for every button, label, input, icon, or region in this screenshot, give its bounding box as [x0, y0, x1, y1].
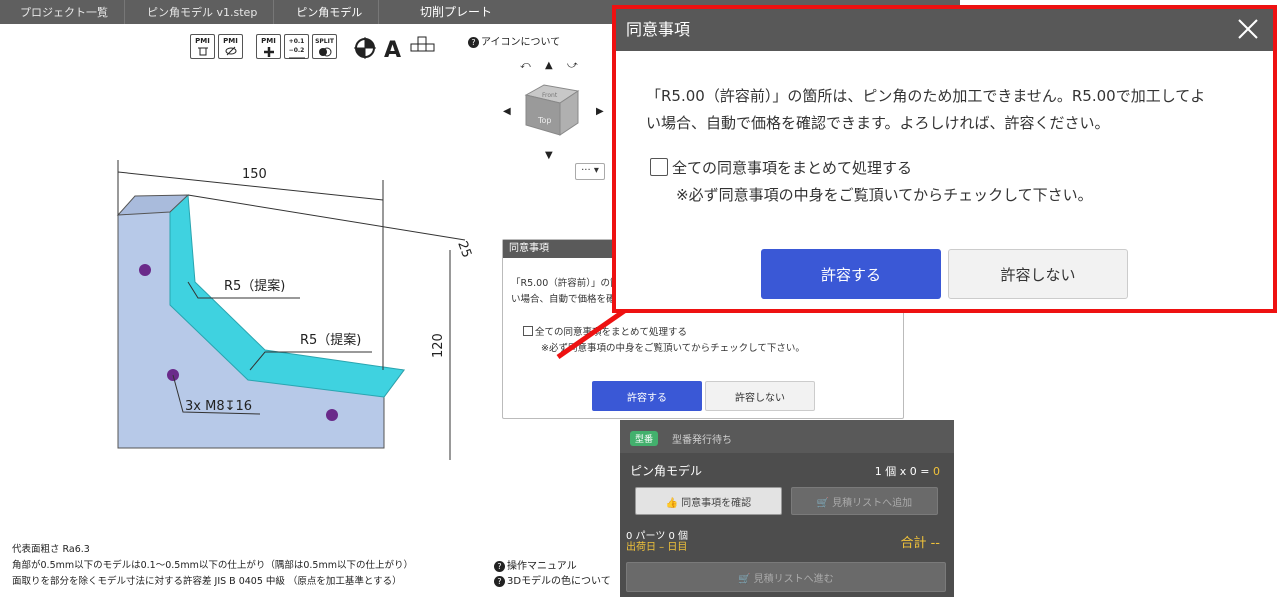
agreement-dialog-zoom: 同意事項 「R5.00（許容前）」の箇所は、ピン角のため加工できません。R5.0… — [612, 5, 1277, 313]
app-root: プロジェクト一覧 ピン角モデル v1.step ピン角モデル 切削プレート PM… — [0, 0, 1280, 597]
arrow-up-icon[interactable]: ▲ — [545, 60, 553, 71]
help-icon: ? — [494, 575, 505, 587]
dialog-note: ※必ず同意事項の中身をご覧頂いてからチェックして下さい。 — [541, 343, 805, 354]
arrow-right-icon[interactable]: ▶ — [596, 106, 604, 117]
cube-face-label: Top — [537, 116, 552, 125]
bulk-agree-checkbox[interactable]: 全ての同意事項をまとめて処理する — [523, 324, 687, 338]
tolerance-note: 面取りを部分を除くモデル寸法に対する許容差 JIS B 0405 中級 （原点を… — [12, 576, 402, 587]
checkbox-box[interactable] — [650, 158, 668, 176]
arrow-left-icon[interactable]: ◀ — [503, 106, 511, 117]
add-to-quote-label: 見積リストへ追加 — [832, 497, 913, 509]
cart-icon: 🛒 — [738, 573, 754, 585]
manual-link[interactable]: ? 操作マニュアル — [494, 557, 577, 572]
quantity-formula: 1 個 x 0 = — [874, 465, 933, 478]
order-panel: 型番 型番発行待ち ピン角モデル 1 個 x 0 = 0 👍 同意事項を確認 🛒… — [620, 420, 954, 597]
dialog-message: 「R5.00（許容前）」の箇所は、ピン角のため加工できません。R5.00で加工し… — [646, 83, 1266, 137]
ship-date: 出荷日 – 日目 — [626, 542, 688, 553]
thumbs-up-icon: 👍 — [665, 497, 682, 509]
dim-depth-label: 25 — [454, 239, 474, 260]
price-value: 0 — [933, 465, 940, 478]
hole-marker[interactable] — [326, 409, 338, 421]
dialog-message-line: い場合、自動で価格を確認できます。よろしければ、許容ください。 — [646, 114, 1110, 132]
manual-link-label: 操作マニュアル — [507, 561, 577, 572]
color-help-link[interactable]: ? 3Dモデルの色について — [494, 572, 611, 587]
go-to-quote-button[interactable]: 🛒 見積リストへ進む — [626, 562, 946, 592]
close-icon[interactable] — [1235, 16, 1261, 42]
add-to-quote-button[interactable]: 🛒 見積リストへ追加 — [791, 487, 938, 515]
quantity-price: 1 個 x 0 = 0 — [875, 463, 940, 479]
accept-button[interactable]: 許容する — [592, 381, 702, 411]
checkbox-label: 全ての同意事項をまとめて処理する — [535, 327, 688, 338]
bulk-agree-checkbox[interactable]: 全ての同意事項をまとめて処理する — [650, 157, 912, 178]
fillet-note-upper[interactable]: R5（提案) — [224, 278, 285, 294]
arrow-down-icon[interactable]: ▼ — [545, 150, 553, 161]
dialog-message-line: 「R5.00（許容前）」の箇所は、ピン角のため加工できません。R5.00で加工し… — [646, 87, 1206, 105]
corner-note: 角部が0.5mm以下のモデルは0.1〜0.5mm以下の仕上がり（隅部は0.5mm… — [12, 560, 413, 571]
view-cube[interactable]: Top Front — [520, 75, 584, 139]
status-text: 型番発行待ち — [672, 435, 732, 446]
checkbox-label: 全ての同意事項をまとめて処理する — [672, 159, 913, 177]
go-to-quote-label: 見積リストへ進む — [753, 573, 834, 585]
status-row: 型番 型番発行待ち — [620, 420, 954, 453]
reject-button[interactable]: 許容しない — [705, 381, 815, 411]
checkbox-box[interactable] — [523, 326, 533, 336]
cart-icon: 🛒 — [816, 497, 833, 509]
dim-width-label: 150 — [242, 167, 267, 182]
total-price: 合計 -- — [900, 536, 940, 551]
accept-button[interactable]: 許容する — [761, 249, 941, 299]
rotate-right-icon[interactable]: ⤻ — [567, 60, 578, 71]
status-badge: 型番 — [630, 431, 659, 446]
rotate-left-icon[interactable]: ⤺ — [520, 60, 531, 71]
model-name: ピン角モデル — [630, 464, 703, 478]
model-side-face — [117, 196, 405, 449]
help-icon: ? — [494, 560, 505, 572]
dialog-title: 同意事項 — [616, 9, 1273, 51]
confirm-agreements-button[interactable]: 👍 同意事項を確認 — [635, 487, 782, 515]
confirm-agreements-label: 同意事項を確認 — [681, 497, 752, 509]
roughness-note: 代表面粗さ Ra6.3 — [12, 544, 90, 555]
hole-note[interactable]: 3x M8↧16 — [185, 399, 252, 414]
fillet-note-lower[interactable]: R5（提案) — [300, 332, 361, 348]
reject-button[interactable]: 許容しない — [948, 249, 1128, 299]
hole-marker[interactable] — [139, 264, 151, 276]
color-help-label: 3Dモデルの色について — [507, 576, 611, 587]
dim-line-depth — [187, 194, 466, 241]
more-options-button[interactable]: ··· ▾ — [575, 163, 605, 180]
cube-face-label: Front — [542, 92, 558, 99]
dialog-note: ※必ず同意事項の中身をご覧頂いてからチェックして下さい。 — [676, 186, 1093, 204]
dim-height-label: 120 — [431, 333, 446, 358]
